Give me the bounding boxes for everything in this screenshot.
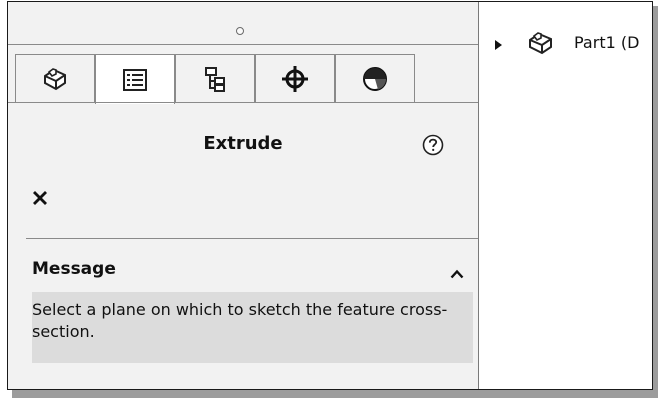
window-shadow-right <box>653 6 658 398</box>
expand-arrow-icon[interactable] <box>495 35 503 54</box>
tab-property-manager[interactable] <box>95 54 175 104</box>
part-name-label[interactable]: Part1 (D <box>574 33 639 52</box>
panel-resize-grip[interactable] <box>236 27 244 35</box>
tab-display-manager[interactable] <box>335 54 415 102</box>
tab-feature-manager[interactable] <box>15 54 95 102</box>
close-icon[interactable] <box>32 190 48 210</box>
property-manager-icon <box>120 65 150 95</box>
display-manager-icon <box>360 64 390 94</box>
part-icon <box>526 29 556 61</box>
configuration-manager-icon <box>200 64 230 94</box>
feature-title: Extrude <box>203 133 283 154</box>
help-icon[interactable] <box>422 134 444 160</box>
tab-dimxpert-manager[interactable] <box>255 54 335 102</box>
dimxpert-icon <box>280 64 310 94</box>
message-box: Select a plane on which to sketch the fe… <box>32 292 473 363</box>
message-section-header[interactable]: Message <box>32 259 116 279</box>
feature-tree-panel <box>479 2 652 389</box>
tabs-baseline <box>8 102 478 103</box>
window-shadow-bottom <box>12 389 658 398</box>
chevron-up-icon[interactable] <box>450 264 464 283</box>
tab-configuration-manager[interactable] <box>175 54 255 102</box>
solidworks-window: Extrude Message Select a plane on which … <box>7 1 653 390</box>
divider <box>8 44 478 45</box>
part-features-icon <box>40 64 70 94</box>
message-text: Select a plane on which to sketch the fe… <box>32 300 448 341</box>
property-manager-panel: Extrude Message Select a plane on which … <box>8 2 479 389</box>
section-divider <box>26 238 478 239</box>
